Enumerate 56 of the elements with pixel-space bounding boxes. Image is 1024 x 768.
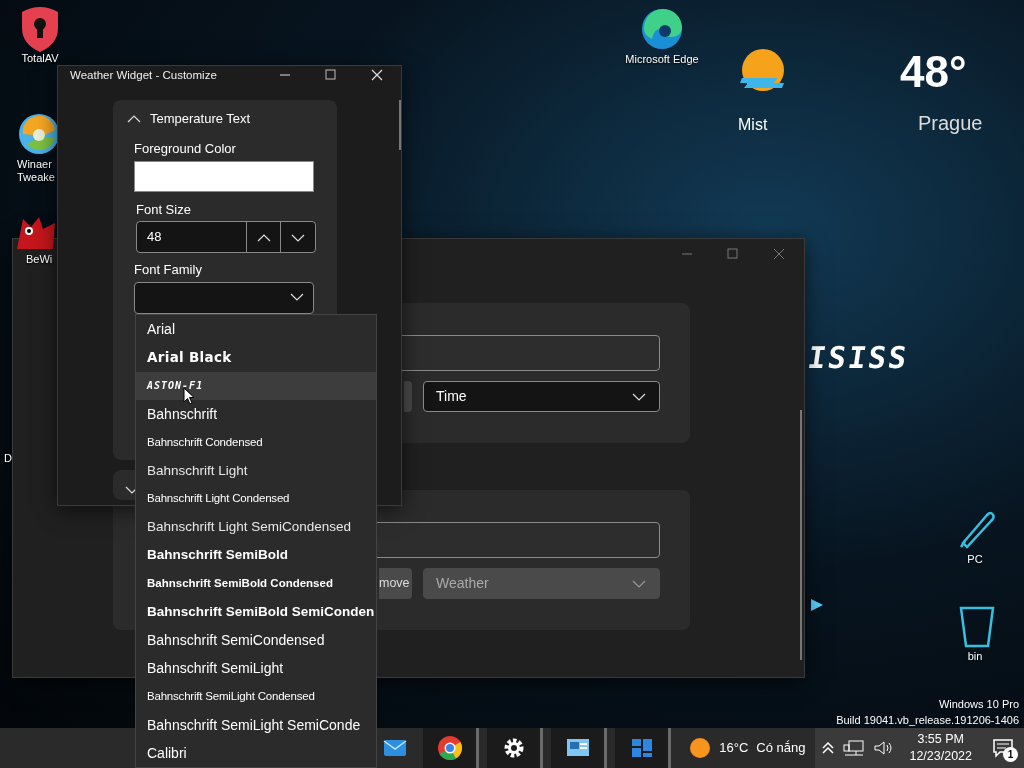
number-field[interactable]: 48 xyxy=(136,221,316,253)
font-option[interactable]: Bahnschrift Light Condensed xyxy=(136,484,376,514)
desktop-icon-label[interactable]: PC xyxy=(935,553,1015,566)
font-option[interactable]: ASTON-F1 xyxy=(136,371,376,400)
sun-icon[interactable] xyxy=(689,737,712,759)
network-icon[interactable] xyxy=(843,739,866,757)
font-option[interactable]: Arial Black xyxy=(136,343,376,372)
field-label: Font Size xyxy=(136,201,191,219)
desktop-icon-label[interactable]: D xyxy=(4,452,12,465)
city-name: Prague xyxy=(918,111,983,136)
font-option[interactable]: Calibri xyxy=(136,739,376,768)
taskbar-app-button[interactable] xyxy=(423,728,479,768)
taskbar-weather-button[interactable]: 16°C Có nắng xyxy=(689,737,816,759)
volume-icon[interactable] xyxy=(873,739,894,757)
wallpaper-logo-text: ISISS xyxy=(805,340,911,375)
weather-condition: Mist xyxy=(738,115,768,135)
clock-button[interactable]: 3:55 PM 12/23/2022 xyxy=(901,731,980,765)
font-option[interactable]: Bahnschrift xyxy=(136,399,376,429)
font-option[interactable]: Bahnschrift SemiLight Condensed xyxy=(136,682,376,712)
font-family-select[interactable] xyxy=(134,282,314,314)
font-option[interactable]: Bahnschrift SemiLight SemiConde xyxy=(136,711,376,740)
scrollbar-thumb[interactable] xyxy=(800,410,802,660)
mouse-cursor-icon xyxy=(183,387,195,405)
font-option[interactable]: Bahnschrift SemiBold SemiConden xyxy=(136,597,376,627)
field-label: Foreground Color xyxy=(134,140,236,158)
font-option[interactable]: Bahnschrift Light SemiCondensed xyxy=(136,513,376,542)
desktop-icon-label[interactable]: bin xyxy=(935,650,1015,663)
desktop-icon-label[interactable]: BeWi xyxy=(13,253,53,266)
os-build-text: Windows 10 Pro xyxy=(938,697,1019,712)
chrome-icon[interactable] xyxy=(435,734,464,762)
window-title: Weather Widget - Customize xyxy=(70,68,217,83)
font-option[interactable]: Arial xyxy=(136,315,376,344)
maximize-icon[interactable] xyxy=(323,69,339,81)
font-option[interactable]: Bahnschrift SemiBold xyxy=(136,541,376,570)
desktop-icon-label[interactable]: Winaer Tweake xyxy=(17,158,55,184)
close-icon[interactable] xyxy=(369,69,385,81)
temperature-text: 48° xyxy=(900,50,967,94)
font-option[interactable]: Bahnschrift SemiLight xyxy=(136,654,376,683)
desktop-icon-label[interactable]: Microsoft Edge xyxy=(622,53,702,66)
scrollbar-thumb[interactable] xyxy=(399,100,401,150)
chevron-down-icon xyxy=(289,291,305,303)
font-option[interactable]: Bahnschrift Condensed xyxy=(136,428,376,457)
font-option[interactable]: Bahnschrift SemiCondensed xyxy=(136,626,376,655)
color-swatch-field[interactable] xyxy=(134,161,314,192)
dropdown-select[interactable]: Time xyxy=(423,381,660,412)
field-label: Font Family xyxy=(134,261,202,279)
triangle-icon xyxy=(810,598,824,612)
notification-count: 1 xyxy=(1003,747,1018,763)
desktop-icon-label[interactable]: TotalAV xyxy=(0,52,80,65)
chevron-up-icon[interactable] xyxy=(821,741,836,755)
os-build-text: Build 19041.vb_release.191206-1406 xyxy=(836,713,1019,728)
taskbar-app-button[interactable] xyxy=(551,728,607,768)
font-option[interactable]: Bahnschrift Light xyxy=(136,456,376,485)
font-option[interactable]: Bahnschrift SemiBold Condensed xyxy=(136,569,376,598)
taskbar-app-button[interactable] xyxy=(487,728,543,768)
section-header[interactable]: Temperature Text xyxy=(126,109,251,129)
